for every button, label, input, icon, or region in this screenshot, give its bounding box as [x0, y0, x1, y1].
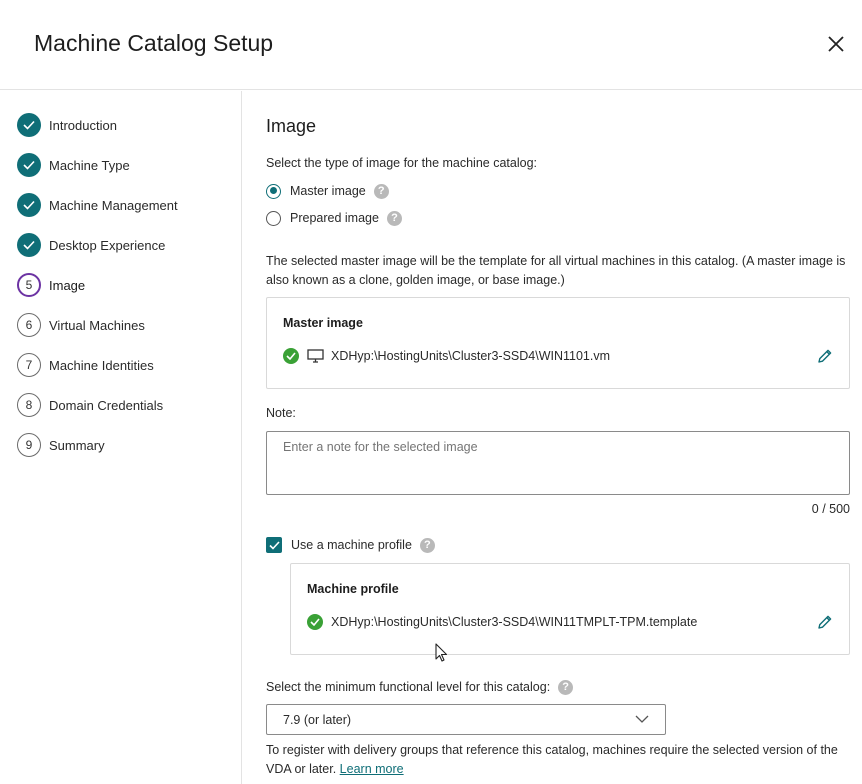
- help-icon[interactable]: ?: [387, 211, 402, 226]
- step-virtual-machines[interactable]: 6 Virtual Machines: [17, 313, 145, 337]
- functional-level-label-row: Select the minimum functional level for …: [266, 678, 573, 696]
- dialog-header: Machine Catalog Setup: [0, 0, 862, 90]
- image-type-prompt: Select the type of image for the machine…: [266, 154, 537, 173]
- use-machine-profile-option[interactable]: Use a machine profile ?: [266, 536, 435, 554]
- machine-profile-path: XDHyp:\HostingUnits\Cluster3-SSD4\WIN11T…: [331, 615, 697, 629]
- master-image-option[interactable]: Master image ?: [266, 182, 389, 200]
- pencil-icon[interactable]: [817, 348, 833, 364]
- step-label: Introduction: [49, 118, 117, 133]
- radio-label: Master image: [290, 184, 366, 198]
- step-label: Desktop Experience: [49, 238, 165, 253]
- step-label: Domain Credentials: [49, 398, 163, 413]
- machine-profile-row: XDHyp:\HostingUnits\Cluster3-SSD4\WIN11T…: [307, 614, 697, 630]
- step-machine-management[interactable]: Machine Management: [17, 193, 178, 217]
- step-label: Image: [49, 278, 85, 293]
- master-image-row: XDHyp:\HostingUnits\Cluster3-SSD4\WIN110…: [283, 348, 610, 364]
- chevron-down-icon: [635, 714, 649, 724]
- step-machine-type[interactable]: Machine Type: [17, 153, 130, 177]
- check-circle-icon: [307, 614, 323, 630]
- help-icon[interactable]: ?: [374, 184, 389, 199]
- prepared-image-radio[interactable]: [266, 211, 281, 226]
- check-circle-icon: [283, 348, 299, 364]
- check-icon: [17, 153, 41, 177]
- master-image-panel-title: Master image: [283, 316, 363, 330]
- machine-profile-panel-title: Machine profile: [307, 582, 399, 596]
- functional-level-footer: To register with delivery groups that re…: [266, 741, 850, 779]
- learn-more-link[interactable]: Learn more: [340, 762, 404, 776]
- prepared-image-option[interactable]: Prepared image ?: [266, 209, 402, 227]
- step-machine-identities[interactable]: 7 Machine Identities: [17, 353, 154, 377]
- help-icon[interactable]: ?: [558, 680, 573, 695]
- functional-level-value: 7.9 (or later): [283, 713, 351, 727]
- step-number: 5: [17, 273, 41, 297]
- note-counter: 0 / 500: [812, 500, 850, 519]
- step-domain-credentials[interactable]: 8 Domain Credentials: [17, 393, 163, 417]
- step-label: Machine Type: [49, 158, 130, 173]
- step-number: 9: [17, 433, 41, 457]
- master-image-radio[interactable]: [266, 184, 281, 199]
- pencil-icon[interactable]: [817, 614, 833, 630]
- mouse-cursor-icon: [435, 643, 449, 663]
- wizard-steps-sidebar: Introduction Machine Type Machine Manage…: [0, 91, 242, 784]
- note-label: Note:: [266, 404, 296, 423]
- check-icon: [17, 193, 41, 217]
- close-icon[interactable]: [826, 34, 846, 54]
- master-image-path: XDHyp:\HostingUnits\Cluster3-SSD4\WIN110…: [331, 349, 610, 363]
- step-number: 7: [17, 353, 41, 377]
- checkbox-label: Use a machine profile: [291, 538, 412, 552]
- check-icon: [17, 233, 41, 257]
- step-label: Summary: [49, 438, 105, 453]
- use-machine-profile-checkbox[interactable]: [266, 537, 282, 553]
- step-label: Virtual Machines: [49, 318, 145, 333]
- functional-level-select[interactable]: 7.9 (or later): [266, 704, 666, 735]
- machine-profile-panel: Machine profile XDHyp:\HostingUnits\Clus…: [290, 563, 850, 655]
- step-introduction[interactable]: Introduction: [17, 113, 117, 137]
- help-icon[interactable]: ?: [420, 538, 435, 553]
- step-desktop-experience[interactable]: Desktop Experience: [17, 233, 165, 257]
- step-label: Machine Management: [49, 198, 178, 213]
- master-image-panel: Master image XDHyp:\HostingUnits\Cluster…: [266, 297, 850, 389]
- step-summary[interactable]: 9 Summary: [17, 433, 105, 457]
- dialog-title: Machine Catalog Setup: [34, 30, 273, 57]
- step-label: Machine Identities: [49, 358, 154, 373]
- functional-level-label: Select the minimum functional level for …: [266, 680, 550, 694]
- check-icon: [17, 113, 41, 137]
- section-title: Image: [266, 116, 316, 137]
- step-number: 6: [17, 313, 41, 337]
- master-image-description: The selected master image will be the te…: [266, 252, 850, 290]
- step-image[interactable]: 5 Image: [17, 273, 85, 297]
- step-number: 8: [17, 393, 41, 417]
- radio-label: Prepared image: [290, 211, 379, 225]
- note-textarea[interactable]: [266, 431, 850, 495]
- monitor-icon: [307, 349, 324, 363]
